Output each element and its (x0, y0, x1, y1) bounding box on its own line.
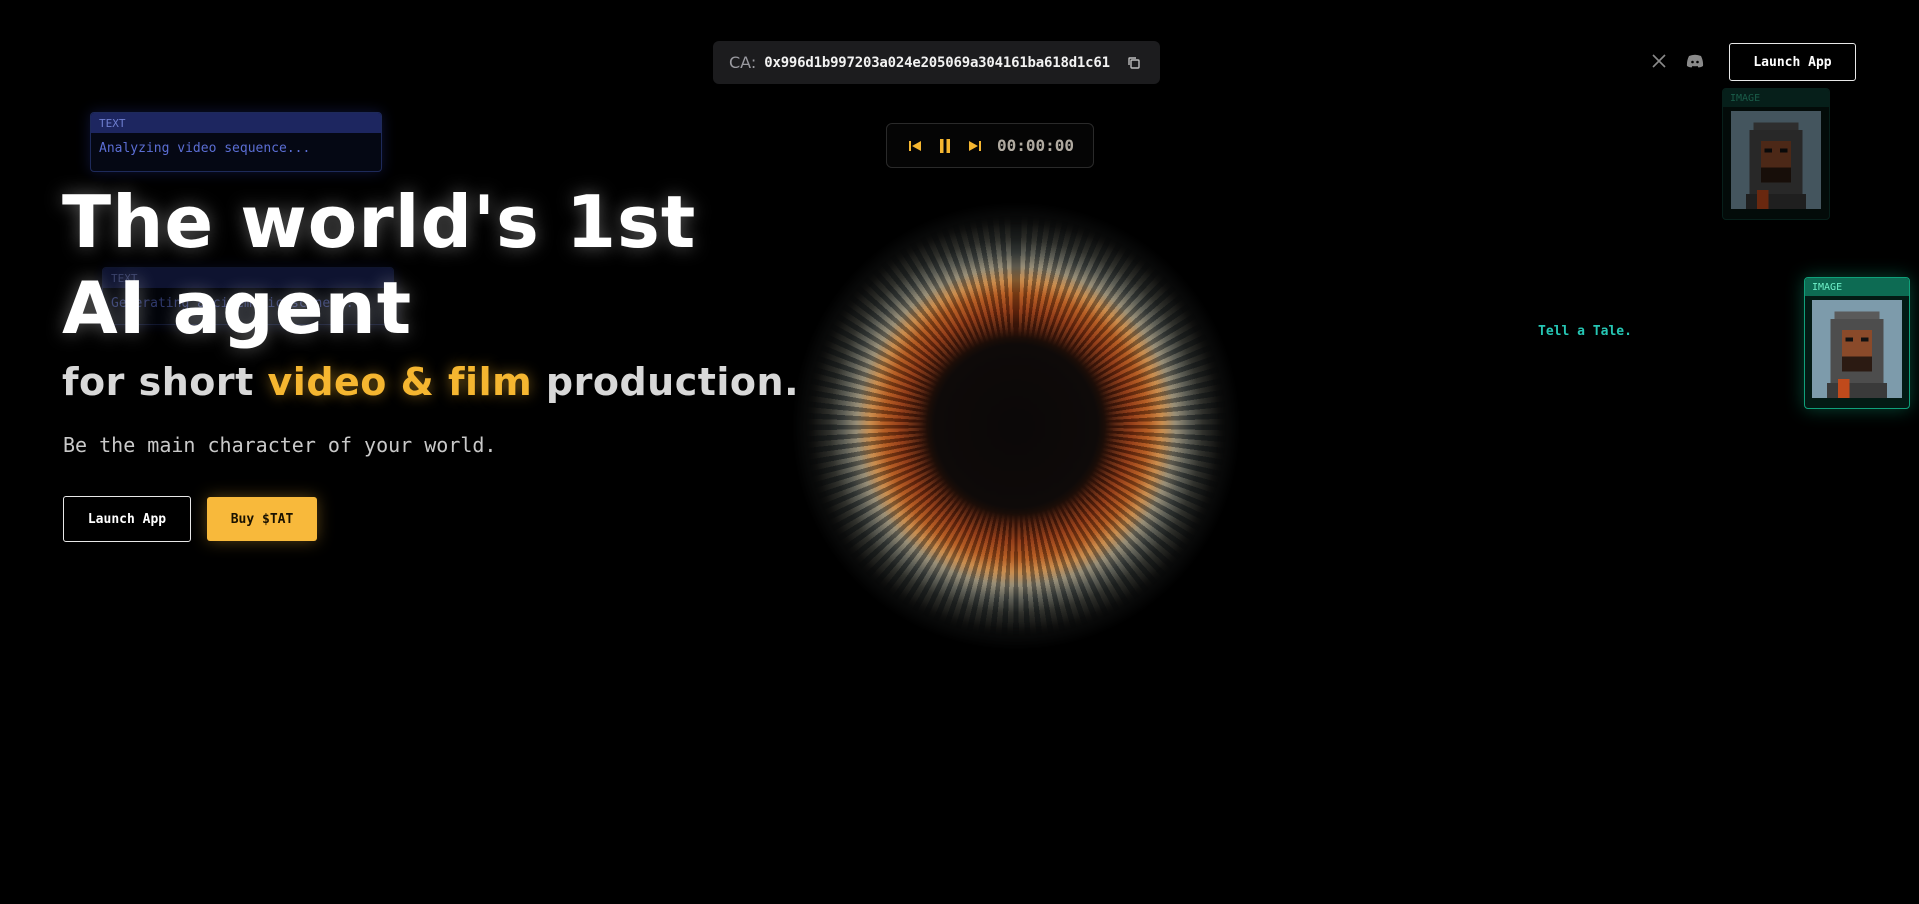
subtitle-suffix: production. (532, 360, 800, 404)
image-card: IMAGE (1804, 277, 1910, 409)
pixel-avatar-image (1730, 111, 1822, 209)
buy-token-button[interactable]: Buy $TAT (207, 497, 317, 541)
ca-label: CA: (729, 53, 757, 72)
subtitle-accent: video & film (267, 360, 533, 404)
image-card-header: IMAGE (1805, 278, 1909, 296)
landing-page: CA: 0x996d1b997203a024e205069a304161ba61… (0, 0, 1919, 904)
hero-subtitle: for short video & film production. (62, 358, 799, 406)
hero-title-line-1: The world's 1st (62, 180, 697, 264)
eye-iris-rays (776, 186, 1256, 666)
tell-a-tale-label: Tell a Tale. (1538, 324, 1632, 339)
text-card: TEXT Analyzing video sequence... (90, 112, 382, 172)
image-card-header: IMAGE (1723, 89, 1829, 107)
hero-title-line-2: AI agent (62, 266, 413, 350)
contract-address-bar: CA: 0x996d1b997203a024e205069a304161ba61… (713, 41, 1160, 84)
copy-icon[interactable] (1124, 53, 1144, 73)
x-icon[interactable] (1649, 51, 1669, 71)
skip-back-icon[interactable] (905, 136, 925, 156)
subtitle-prefix: for short (62, 360, 268, 404)
hero-tagline: Be the main character of your world. (63, 433, 497, 457)
ca-value[interactable]: 0x996d1b997203a024e205069a304161ba618d1c… (764, 55, 1110, 71)
pixel-avatar-image (1811, 300, 1903, 398)
pause-icon[interactable] (935, 136, 955, 156)
launch-app-button-header[interactable]: Launch App (1729, 43, 1856, 81)
launch-app-button[interactable]: Launch App (63, 496, 191, 542)
timecode: 00:00:00 (997, 136, 1075, 155)
media-controls: 00:00:00 (886, 123, 1094, 168)
text-card-body: Analyzing video sequence... (99, 141, 311, 156)
discord-icon[interactable] (1685, 51, 1705, 71)
text-card-header: TEXT (91, 113, 381, 133)
image-card: IMAGE (1722, 88, 1830, 220)
skip-forward-icon[interactable] (965, 136, 985, 156)
